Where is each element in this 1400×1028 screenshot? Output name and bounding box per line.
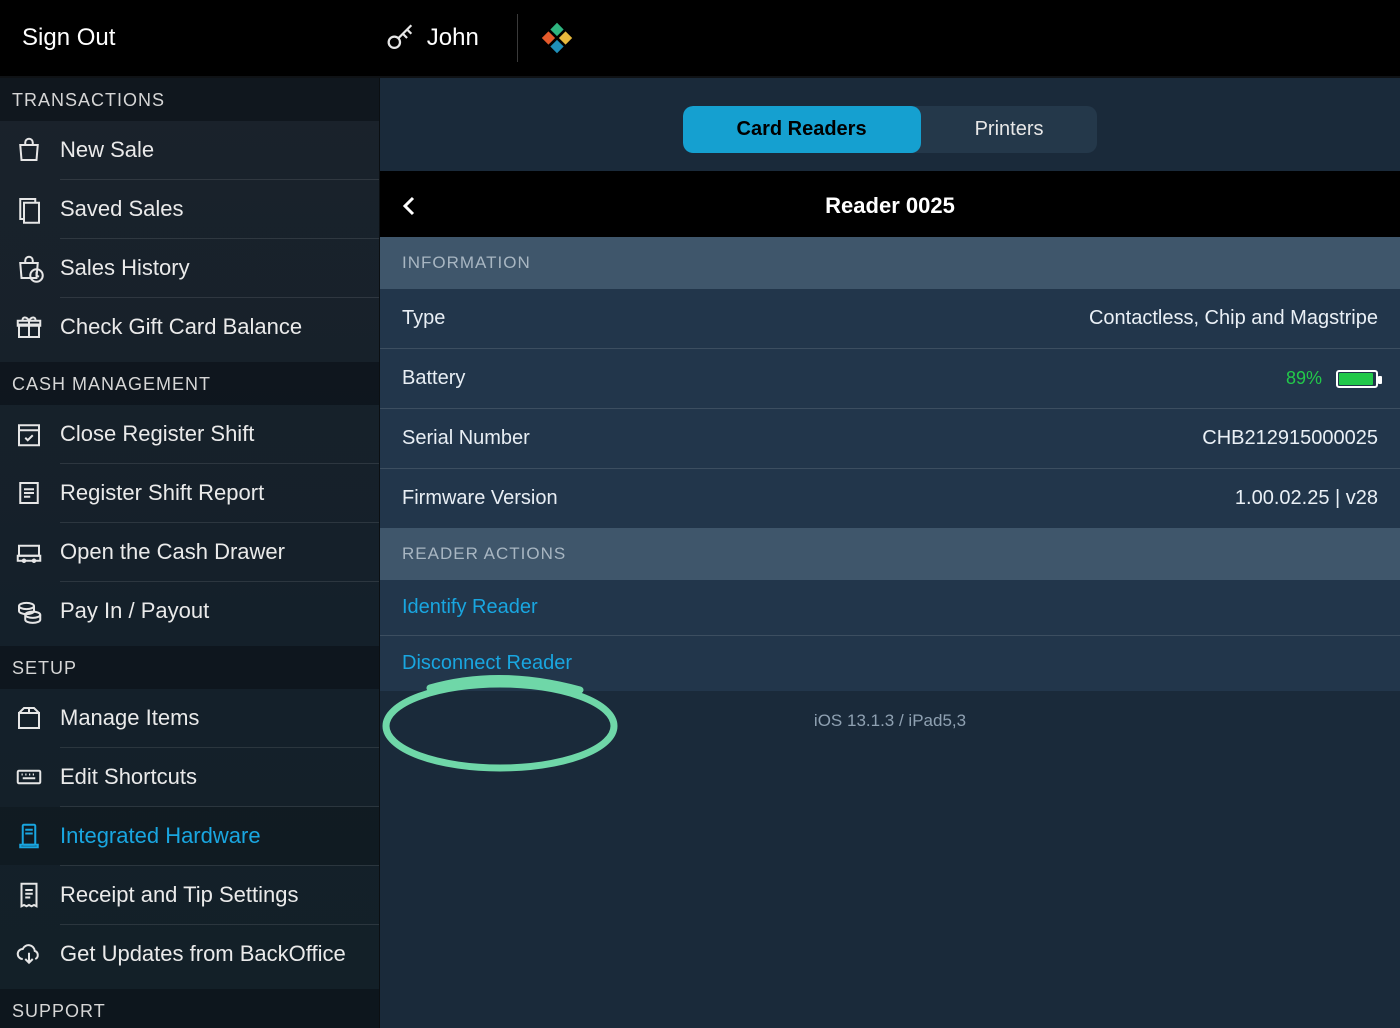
sidebar-item-label: Saved Sales	[60, 196, 184, 222]
battery-percent: 89%	[1286, 368, 1322, 389]
app-logo-icon	[538, 19, 576, 57]
action-identify-reader[interactable]: Identify Reader	[380, 580, 1400, 635]
sidebar-item-label: Register Shift Report	[60, 480, 264, 506]
info-row-serial: Serial Number CHB212915000025	[380, 408, 1400, 468]
calendar-check-icon	[14, 419, 44, 449]
section-header-transactions: TRANSACTIONS	[0, 78, 379, 121]
sidebar-item-close-shift[interactable]: Close Register Shift	[0, 405, 379, 463]
info-value: Contactless, Chip and Magstripe	[1089, 307, 1378, 330]
sidebar-item-gift-card[interactable]: Check Gift Card Balance	[0, 298, 379, 356]
info-label: Battery	[402, 367, 465, 390]
user-chip[interactable]: John	[383, 21, 479, 55]
top-bar: Sign Out John	[0, 0, 1400, 78]
info-row-type: Type Contactless, Chip and Magstripe	[380, 289, 1400, 348]
section-header-setup: SETUP	[0, 646, 379, 689]
divider	[517, 14, 518, 62]
sidebar-item-integrated-hardware[interactable]: Integrated Hardware	[0, 807, 379, 865]
sidebar-item-label: Check Gift Card Balance	[60, 314, 302, 340]
sidebar-item-label: Sales History	[60, 255, 190, 281]
cloud-download-icon	[14, 939, 44, 969]
sidebar-item-new-sale[interactable]: New Sale	[0, 121, 379, 179]
bag-icon	[14, 135, 44, 165]
info-value: 1.00.02.25 | v28	[1235, 487, 1378, 510]
section-header-support: SUPPORT	[0, 989, 379, 1028]
sidebar-item-open-drawer[interactable]: Open the Cash Drawer	[0, 523, 379, 581]
hardware-icon	[14, 821, 44, 851]
sidebar-item-manage-items[interactable]: Manage Items	[0, 689, 379, 747]
sidebar-item-label: Pay In / Payout	[60, 598, 209, 624]
info-label: Firmware Version	[402, 487, 558, 510]
bag-clock-icon	[14, 253, 44, 283]
sidebar-item-edit-shortcuts[interactable]: Edit Shortcuts	[0, 748, 379, 806]
coins-icon	[14, 596, 44, 626]
keyboard-icon	[14, 762, 44, 792]
info-label: Type	[402, 307, 445, 330]
sidebar-item-get-updates[interactable]: Get Updates from BackOffice	[0, 925, 379, 983]
sidebar-item-label: Open the Cash Drawer	[60, 539, 285, 565]
info-row-battery: Battery 89%	[380, 348, 1400, 408]
saved-icon	[14, 194, 44, 224]
sidebar-item-label: Integrated Hardware	[60, 823, 261, 849]
back-button[interactable]	[398, 194, 422, 218]
tab-card-readers[interactable]: Card Readers	[683, 106, 921, 153]
sidebar-item-label: New Sale	[60, 137, 154, 163]
sidebar-item-label: Close Register Shift	[60, 421, 254, 447]
sidebar-item-label: Get Updates from BackOffice	[60, 941, 346, 967]
device-footer: iOS 13.1.3 / iPad5,3	[380, 691, 1400, 751]
sign-out-button[interactable]: Sign Out	[22, 24, 115, 52]
sidebar-item-label: Edit Shortcuts	[60, 764, 197, 790]
key-icon	[383, 21, 417, 55]
main-panel: Card Readers Printers Reader 0025 INFORM…	[380, 78, 1400, 1028]
user-name: John	[427, 24, 479, 52]
action-disconnect-reader[interactable]: Disconnect Reader	[380, 635, 1400, 691]
detail-title: Reader 0025	[422, 193, 1358, 219]
sidebar-item-label: Receipt and Tip Settings	[60, 882, 298, 908]
sidebar-item-saved-sales[interactable]: Saved Sales	[0, 180, 379, 238]
actions-section-header: READER ACTIONS	[380, 528, 1400, 580]
sidebar-item-label: Manage Items	[60, 705, 199, 731]
tab-printers[interactable]: Printers	[921, 106, 1098, 153]
sidebar-item-shift-report[interactable]: Register Shift Report	[0, 464, 379, 522]
gift-icon	[14, 312, 44, 342]
box-icon	[14, 703, 44, 733]
sidebar: TRANSACTIONS New Sale Saved Sales Sales …	[0, 78, 380, 1028]
sidebar-item-receipt-tip[interactable]: Receipt and Tip Settings	[0, 866, 379, 924]
report-icon	[14, 478, 44, 508]
info-row-firmware: Firmware Version 1.00.02.25 | v28	[380, 468, 1400, 528]
section-header-cash: CASH MANAGEMENT	[0, 362, 379, 405]
tab-segmented-control: Card Readers Printers	[683, 106, 1098, 153]
detail-header: Reader 0025	[380, 175, 1400, 237]
sidebar-item-sales-history[interactable]: Sales History	[0, 239, 379, 297]
sidebar-item-pay-in-out[interactable]: Pay In / Payout	[0, 582, 379, 640]
info-value: CHB212915000025	[1202, 427, 1378, 450]
battery-icon	[1336, 370, 1378, 388]
info-section-header: INFORMATION	[380, 237, 1400, 289]
info-label: Serial Number	[402, 427, 530, 450]
drawer-icon	[14, 537, 44, 567]
receipt-icon	[14, 880, 44, 910]
